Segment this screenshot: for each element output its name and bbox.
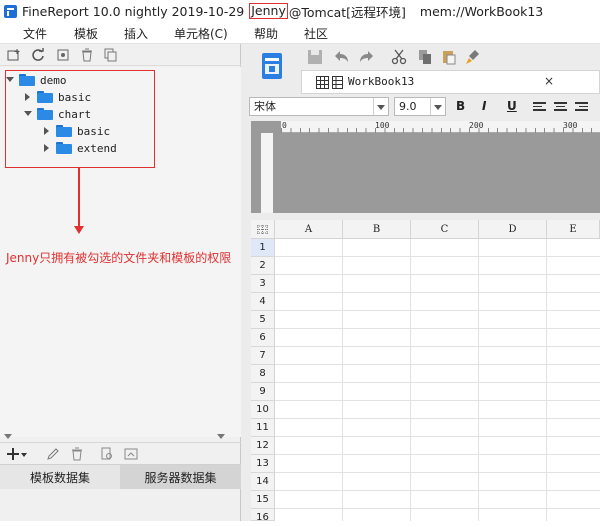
- row-header[interactable]: 8: [251, 365, 275, 383]
- row-header[interactable]: 13: [251, 455, 275, 473]
- horizontal-ruler: 0 100 200 300: [281, 121, 600, 133]
- delete-icon[interactable]: [80, 48, 94, 62]
- font-name-value: 宋体: [254, 100, 276, 113]
- row-header[interactable]: 3: [251, 275, 275, 293]
- column-header-d[interactable]: D: [479, 220, 547, 239]
- row-header[interactable]: 1: [251, 239, 275, 257]
- dataset-tabs: 模板数据集 服务器数据集: [0, 464, 241, 489]
- tab-close-button[interactable]: ×: [544, 74, 554, 88]
- tab-label: 模板数据集: [29, 470, 90, 485]
- align-right-icon[interactable]: [575, 102, 588, 112]
- menu-insert[interactable]: 插入: [124, 25, 148, 42]
- annotation-arrow-head: [74, 226, 84, 234]
- preview-icon[interactable]: [100, 447, 114, 461]
- row-header[interactable]: 2: [251, 257, 275, 275]
- format-toolbar: 宋体 9.0 B I U: [249, 96, 600, 118]
- template-doc-icon[interactable]: [261, 52, 283, 80]
- menu-community[interactable]: 社区: [304, 25, 328, 42]
- menu-help[interactable]: 帮助: [254, 25, 278, 42]
- edit-icon[interactable]: [46, 447, 60, 461]
- save-icon[interactable]: [307, 49, 323, 65]
- row-header[interactable]: 15: [251, 491, 275, 509]
- app-logo-icon: [4, 4, 17, 18]
- scroll-down-icon[interactable]: [217, 434, 225, 439]
- chevron-down-icon[interactable]: [373, 98, 388, 115]
- menu-cell[interactable]: 单元格(C): [174, 25, 228, 42]
- bold-button[interactable]: B: [456, 99, 465, 113]
- align-left-icon[interactable]: [533, 102, 546, 112]
- workbook-tab-icon: [332, 76, 343, 89]
- select-all-corner[interactable]: [251, 220, 275, 239]
- new-folder-icon[interactable]: [7, 48, 21, 62]
- row-header[interactable]: 7: [251, 347, 275, 365]
- vertical-ruler: [261, 133, 273, 213]
- menu-template[interactable]: 模板: [74, 25, 98, 42]
- highlight-box: [5, 70, 155, 168]
- refresh-icon[interactable]: [31, 48, 45, 62]
- dataset-settings-icon[interactable]: [124, 447, 138, 461]
- tab-label: 服务器数据集: [144, 470, 217, 485]
- column-header-e[interactable]: E: [547, 220, 600, 239]
- add-dropdown-icon[interactable]: [21, 453, 27, 457]
- editor-area: WorkBook13 × 宋体 9.0 B I U 0 100 200 300: [241, 44, 600, 523]
- workbook-path: mem://WorkBook13: [419, 3, 544, 19]
- select-all-icon: [257, 225, 268, 234]
- ruler-ticks: [281, 128, 600, 133]
- scroll-down-icon[interactable]: [4, 434, 12, 439]
- locate-icon[interactable]: [56, 48, 70, 62]
- dataset-toolbar: [0, 442, 241, 464]
- copy-cell-icon[interactable]: [417, 49, 433, 65]
- row-header[interactable]: 16: [251, 509, 275, 523]
- tab-template-dataset[interactable]: 模板数据集: [0, 465, 120, 489]
- row-header[interactable]: 9: [251, 383, 275, 401]
- grid-icon: [316, 76, 329, 89]
- column-header-b[interactable]: B: [343, 220, 411, 239]
- server-label: @Tomcat[远程环境]: [288, 4, 406, 20]
- tab-server-dataset[interactable]: 服务器数据集: [120, 465, 241, 489]
- row-header[interactable]: 10: [251, 401, 275, 419]
- redo-icon[interactable]: [359, 49, 375, 65]
- copy-icon[interactable]: [104, 48, 118, 62]
- menu-file[interactable]: 文件: [23, 25, 47, 42]
- template-toolbar: [0, 44, 241, 66]
- font-size-select[interactable]: 9.0: [394, 97, 446, 116]
- font-name-select[interactable]: 宋体: [249, 97, 389, 116]
- title-bar: FineReport 10.0 nightly 2019-10-29 Jenny…: [0, 0, 600, 22]
- align-center-icon[interactable]: [554, 102, 567, 112]
- spreadsheet: A B C D E 1 2 3 4 5 6 7 8 9 10 11 12 13 …: [251, 220, 600, 523]
- italic-button[interactable]: I: [482, 99, 486, 113]
- row-header[interactable]: 14: [251, 473, 275, 491]
- page-ruler-area: 0 100 200 300: [251, 121, 600, 213]
- cut-icon[interactable]: [391, 49, 407, 65]
- current-user: Jenny: [249, 3, 288, 19]
- paste-icon[interactable]: [441, 49, 457, 65]
- workbook-tabbar: WorkBook13 ×: [301, 70, 600, 94]
- column-header-c[interactable]: C: [411, 220, 479, 239]
- row-header[interactable]: 12: [251, 437, 275, 455]
- row-header[interactable]: 4: [251, 293, 275, 311]
- column-header-a[interactable]: A: [275, 220, 343, 239]
- annotation-text: Jenny只拥有被勾选的文件夹和模板的权限: [6, 251, 232, 265]
- font-size-value: 9.0: [399, 100, 417, 113]
- menu-bar: 文件 模板 插入 单元格(C) 帮助 社区: [0, 22, 600, 44]
- cell-grid[interactable]: [275, 239, 600, 521]
- workbook-tab[interactable]: WorkBook13: [348, 75, 414, 88]
- app-title: FineReport 10.0 nightly 2019-10-29: [22, 3, 245, 19]
- add-dataset-icon[interactable]: [6, 447, 20, 461]
- tree-scroll-arrows: [0, 434, 241, 442]
- chevron-down-icon[interactable]: [430, 98, 445, 115]
- delete-dataset-icon[interactable]: [70, 447, 84, 461]
- undo-icon[interactable]: [333, 49, 349, 65]
- format-painter-icon[interactable]: [465, 49, 481, 65]
- annotation-arrow-line: [78, 168, 80, 228]
- underline-button[interactable]: U: [507, 99, 517, 113]
- template-panel: demo basic chart basic extend Jenny只拥有被勾…: [0, 44, 241, 521]
- row-header[interactable]: 11: [251, 419, 275, 437]
- row-header[interactable]: 5: [251, 311, 275, 329]
- row-header[interactable]: 6: [251, 329, 275, 347]
